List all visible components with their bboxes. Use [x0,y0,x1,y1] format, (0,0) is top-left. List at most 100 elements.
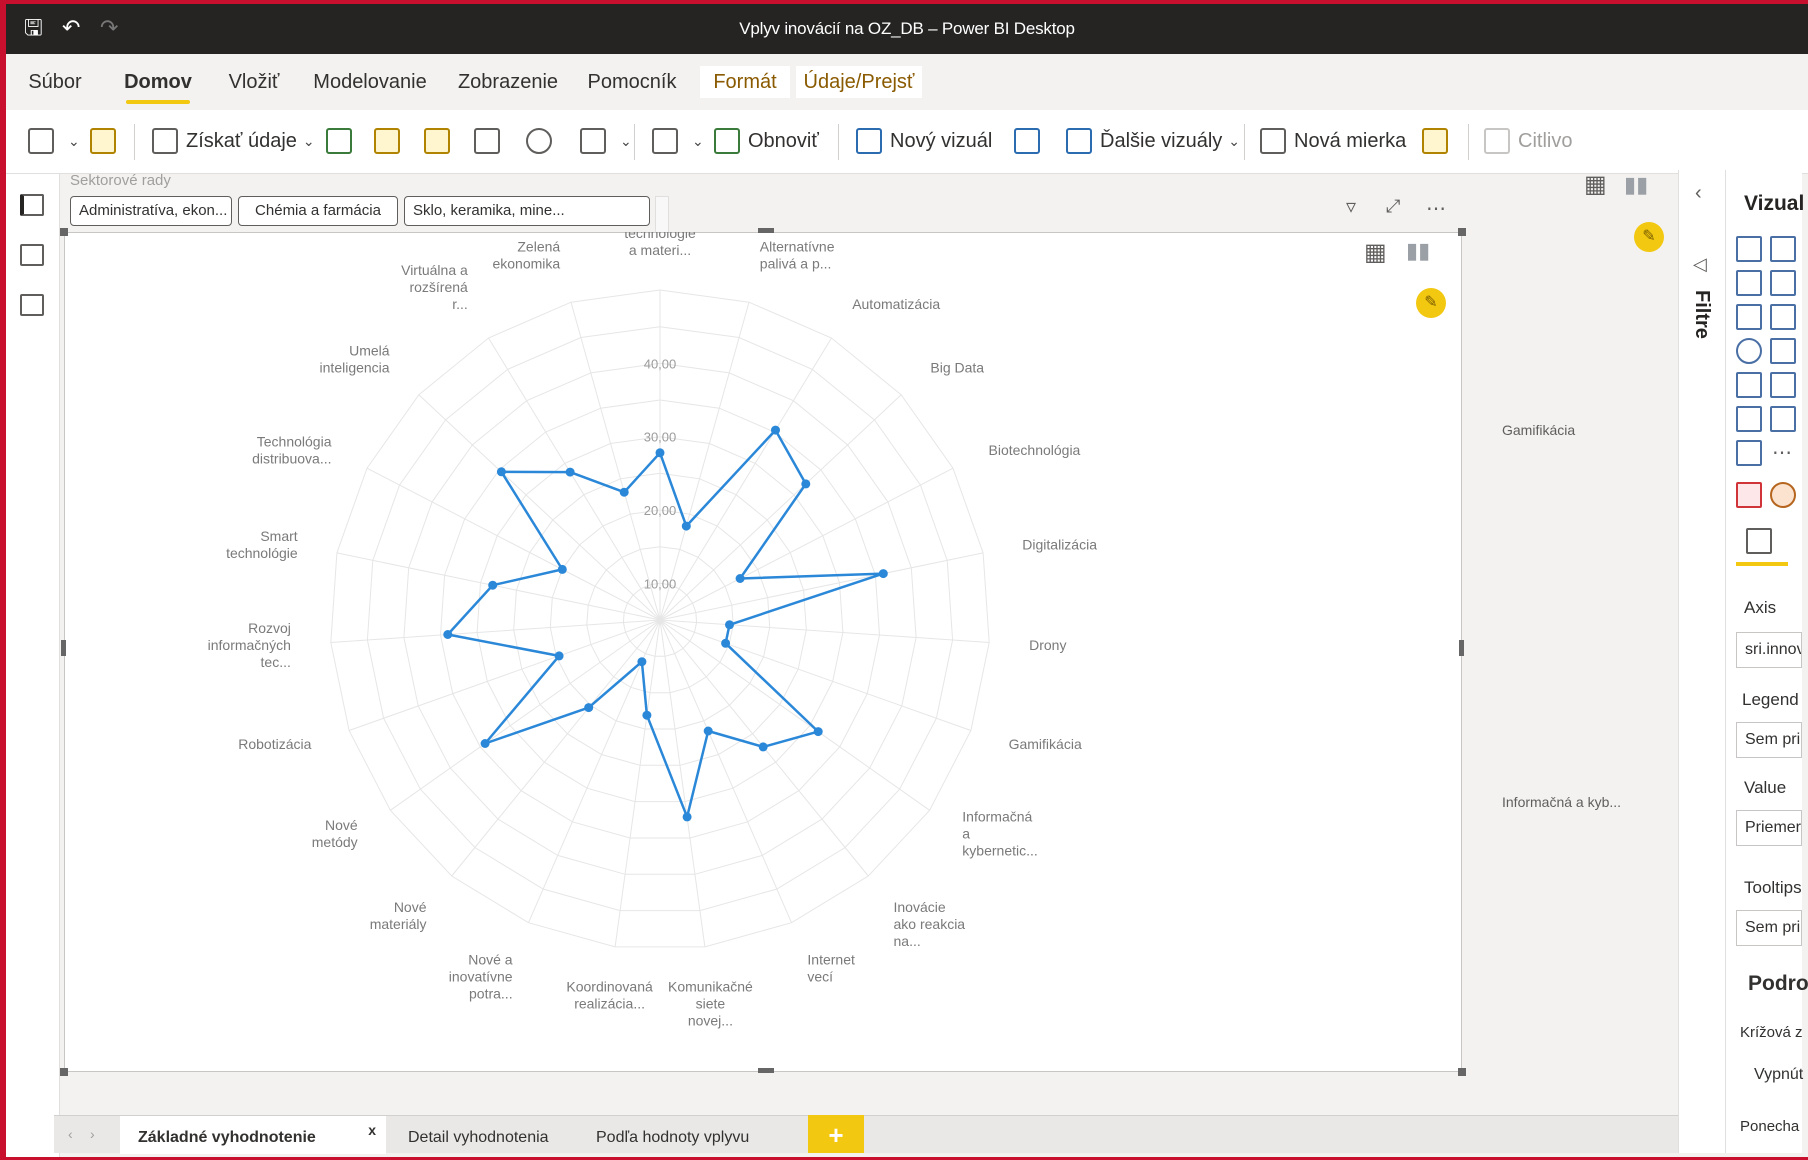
transform-icon [652,128,678,154]
menu-bar: Súbor Domov Vložiť Modelovanie Zobrazeni… [6,54,1808,110]
radial-tick-label: 10,00 [644,576,677,591]
value-field[interactable]: Priemer [1736,810,1802,846]
category-label-line: distribuova... [252,450,331,466]
quick-measure-button[interactable] [1422,124,1456,158]
more-visuals-button[interactable]: Ďalšie vizuály ⌄ [1066,124,1240,158]
dataverse-button[interactable] [526,124,560,158]
report-view-icon[interactable] [20,194,44,216]
slicer-scrollbar[interactable] [655,196,669,234]
data-point [682,812,692,822]
tab-zobrazenie[interactable]: Zobrazenie [454,66,562,98]
data-point [721,638,731,648]
radar-visual-icon[interactable] [1770,482,1796,508]
tab-pomocnik[interactable]: Pomocník [584,66,680,98]
more-options-icon[interactable]: ⋯ [1426,196,1446,221]
excel-button[interactable] [326,124,360,158]
recent-sources-button[interactable]: ⌄ [580,124,632,158]
custom-visual-icon[interactable] [1736,482,1762,508]
tab-domov[interactable]: Domov [124,66,192,104]
category-label: Drony [1029,637,1066,653]
sensitivity-button[interactable]: Citlivo [1484,124,1572,158]
page-tab-podla-hodnoty[interactable]: Podľa hodnoty vplyvu [578,1116,767,1154]
data-view-icon[interactable] [20,244,44,266]
chevron-left-icon[interactable]: ‹ [68,1126,73,1142]
decomposition-tree-icon[interactable] [1736,406,1762,432]
new-measure-button[interactable]: Nová mierka [1260,124,1406,158]
tab-vlozit[interactable]: Vložiť [224,66,284,98]
fields-tab-icon[interactable] [1746,528,1772,554]
tab-modelovanie[interactable]: Modelovanie [310,66,430,98]
data-point [878,569,888,579]
category-label-line: tec... [261,654,291,670]
category-label-line: Virtuálna a [401,262,468,278]
chevron-down-icon: ⌄ [1228,132,1240,149]
legend-field[interactable]: Sem pri [1736,722,1802,758]
category-label: Alternatívne palivá a p... [760,239,835,272]
chevron-right-icon[interactable]: › [90,1126,95,1142]
funnel-icon[interactable] [1770,304,1796,330]
sql-button[interactable] [424,124,458,158]
category-label-line: Informačná [962,808,1032,824]
category-label-line: ekonomika [492,256,560,272]
category-label-line: potra... [469,985,513,1001]
cross-report-toggle[interactable]: Vypnút [1754,1066,1803,1084]
more-visuals-icon[interactable]: ⋯ [1772,440,1792,465]
ribbon-divider [1244,124,1245,160]
area-chart-icon[interactable] [1770,270,1796,296]
page-tab-zakladne[interactable]: Základné vyhodnotenie x [120,1116,386,1154]
refresh-button[interactable]: Obnoviť [714,124,819,158]
category-label-line: Smart [260,528,297,544]
axis-field[interactable]: sri.innov [1736,632,1802,668]
category-label-line: kybernetic... [962,842,1037,858]
page-tab-detail[interactable]: Detail vyhodnotenia [390,1116,567,1154]
radial-tick-label: 20,00 [644,503,677,518]
tab-format[interactable]: Formát [700,66,790,98]
text-box-button[interactable] [1014,124,1048,158]
filter-icon[interactable]: ▿ [1346,194,1356,219]
table-icon: ▦ [1584,171,1607,198]
slicer-item-sklo[interactable]: Sklo, keramika, mine... [404,196,650,226]
filters-pane-label[interactable]: Filtre [1690,290,1713,339]
slicer-item-administrativa[interactable]: Administratíva, ekon... [70,196,232,226]
slicer-icon[interactable] [1736,372,1762,398]
category-label-line: palivá a p... [760,256,832,272]
transform-data-button[interactable]: ⌄ [652,124,704,158]
new-visual-button[interactable]: Nový vizuál [856,124,992,158]
map-icon[interactable] [1736,338,1762,364]
title-bar: 🖫 ↶ ↷ Vplyv inovácií na OZ_DB – Power BI… [6,4,1808,54]
data-point [642,710,652,720]
chevron-left-icon[interactable]: ‹ [1695,182,1702,205]
text-box-icon [1014,128,1040,154]
add-page-button[interactable]: + [808,1115,864,1153]
filled-map-icon[interactable] [1770,338,1796,364]
excel-icon [326,128,352,154]
focus-mode-icon[interactable]: ⤢ [1386,196,1400,217]
keep-filters-label: Ponecha [1740,1118,1800,1135]
category-label: 3Dtechnológiea materi... [624,232,696,258]
format-painter-button[interactable] [90,124,124,158]
recent-sources-icon [580,128,606,154]
data-hub-button[interactable] [374,124,408,158]
tab-udaje-prejst[interactable]: Údaje/Prejsť [796,66,922,98]
table-visual-icon[interactable] [1770,372,1796,398]
paste-button[interactable]: ⌄ [28,124,80,158]
ribbon-chart-icon[interactable] [1736,304,1762,330]
stacked-bar-icon[interactable] [1736,236,1762,262]
model-view-icon[interactable] [20,294,44,316]
category-label-line: Robotizácia [238,736,311,752]
slicer-item-chemia[interactable]: Chémia a farmácia [238,196,398,226]
category-label-line: Nové [394,899,427,915]
category-label: Rozvoj informačných tec... [208,620,291,670]
close-icon[interactable]: x [368,1108,376,1152]
get-data-button[interactable]: Získať údaje ⌄ [152,124,315,158]
refresh-icon [714,128,740,154]
category-label: Smart technológie [226,528,298,561]
tab-subor[interactable]: Súbor [24,66,86,98]
qa-icon[interactable] [1770,406,1796,432]
data-point [758,742,768,752]
line-chart-icon[interactable] [1736,270,1762,296]
smart-narrative-icon[interactable] [1736,440,1762,466]
tooltips-field[interactable]: Sem pri [1736,910,1802,946]
clustered-column-icon[interactable] [1770,236,1796,262]
enter-data-button[interactable] [474,124,508,158]
